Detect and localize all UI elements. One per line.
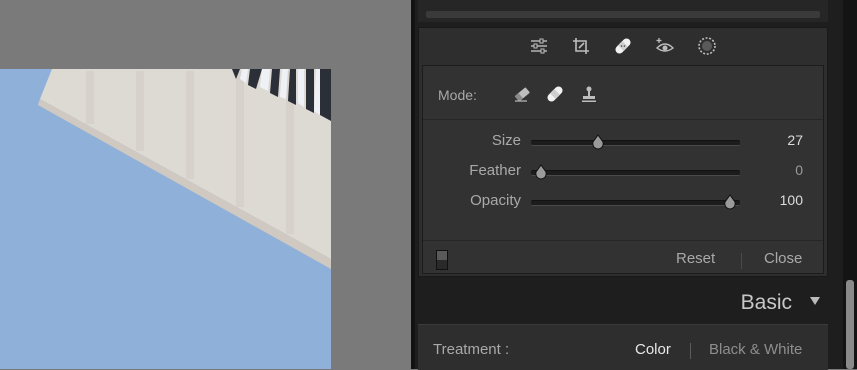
tool-strip xyxy=(419,28,827,64)
treatment-row: Treatment : Color Black & White xyxy=(418,324,828,370)
adjustments-icon[interactable] xyxy=(526,33,552,59)
opacity-label: Opacity xyxy=(470,192,521,209)
feather-slider-row: Feather 0 xyxy=(423,159,823,185)
photo-canvas[interactable] xyxy=(0,0,411,369)
feather-slider-thumb[interactable] xyxy=(534,164,548,180)
size-slider[interactable] xyxy=(531,134,740,150)
opacity-slider-row: Opacity 100 xyxy=(423,189,823,215)
tool-panel: Mode: Size 27 Feather 0 Opacity 100 Rese… xyxy=(418,27,828,277)
action-separator xyxy=(741,253,742,269)
masking-icon[interactable] xyxy=(694,33,720,59)
treatment-color-option[interactable]: Color xyxy=(635,341,671,358)
tool-enable-toggle[interactable] xyxy=(436,250,448,270)
panel-divider[interactable] xyxy=(411,0,415,369)
treatment-bw-option[interactable]: Black & White xyxy=(709,341,802,358)
tool-actions-row: Reset Close xyxy=(423,240,823,275)
size-slider-row: Size 27 xyxy=(423,129,823,155)
feather-value[interactable]: 0 xyxy=(795,162,803,178)
opacity-value[interactable]: 100 xyxy=(780,192,803,208)
eraser-mode-icon[interactable] xyxy=(511,83,533,105)
panel-header-strip xyxy=(418,0,828,22)
feather-label: Feather xyxy=(469,162,521,179)
opacity-slider[interactable] xyxy=(531,194,740,210)
treatment-label: Treatment : xyxy=(433,341,510,358)
photo-image[interactable] xyxy=(0,69,331,369)
size-value[interactable]: 27 xyxy=(787,132,803,148)
red-eye-icon[interactable] xyxy=(652,33,678,59)
healing-bandage-icon[interactable] xyxy=(610,33,636,59)
treatment-separator xyxy=(690,343,691,359)
close-button[interactable]: Close xyxy=(764,250,802,267)
basic-title: Basic xyxy=(740,291,792,314)
scrollbar-thumb[interactable] xyxy=(846,280,854,369)
basic-section-header[interactable]: Basic xyxy=(418,282,828,322)
crop-icon[interactable] xyxy=(568,33,594,59)
mode-label: Mode: xyxy=(438,87,477,103)
size-slider-thumb[interactable] xyxy=(591,134,605,150)
feather-slider[interactable] xyxy=(531,164,740,180)
reset-button[interactable]: Reset xyxy=(676,250,715,267)
histogram-bar xyxy=(426,11,820,18)
building-facade xyxy=(38,69,331,269)
heal-mode-icon[interactable] xyxy=(544,83,566,105)
size-label: Size xyxy=(491,132,521,149)
panel-scrollbar[interactable] xyxy=(843,0,857,369)
collapse-arrow-icon[interactable] xyxy=(810,297,820,305)
clone-stamp-mode-icon[interactable] xyxy=(578,83,600,105)
opacity-slider-thumb[interactable] xyxy=(723,194,737,210)
mode-row: Mode: xyxy=(423,66,823,120)
spot-removal-panel: Mode: Size 27 Feather 0 Opacity 100 Rese… xyxy=(422,65,824,274)
